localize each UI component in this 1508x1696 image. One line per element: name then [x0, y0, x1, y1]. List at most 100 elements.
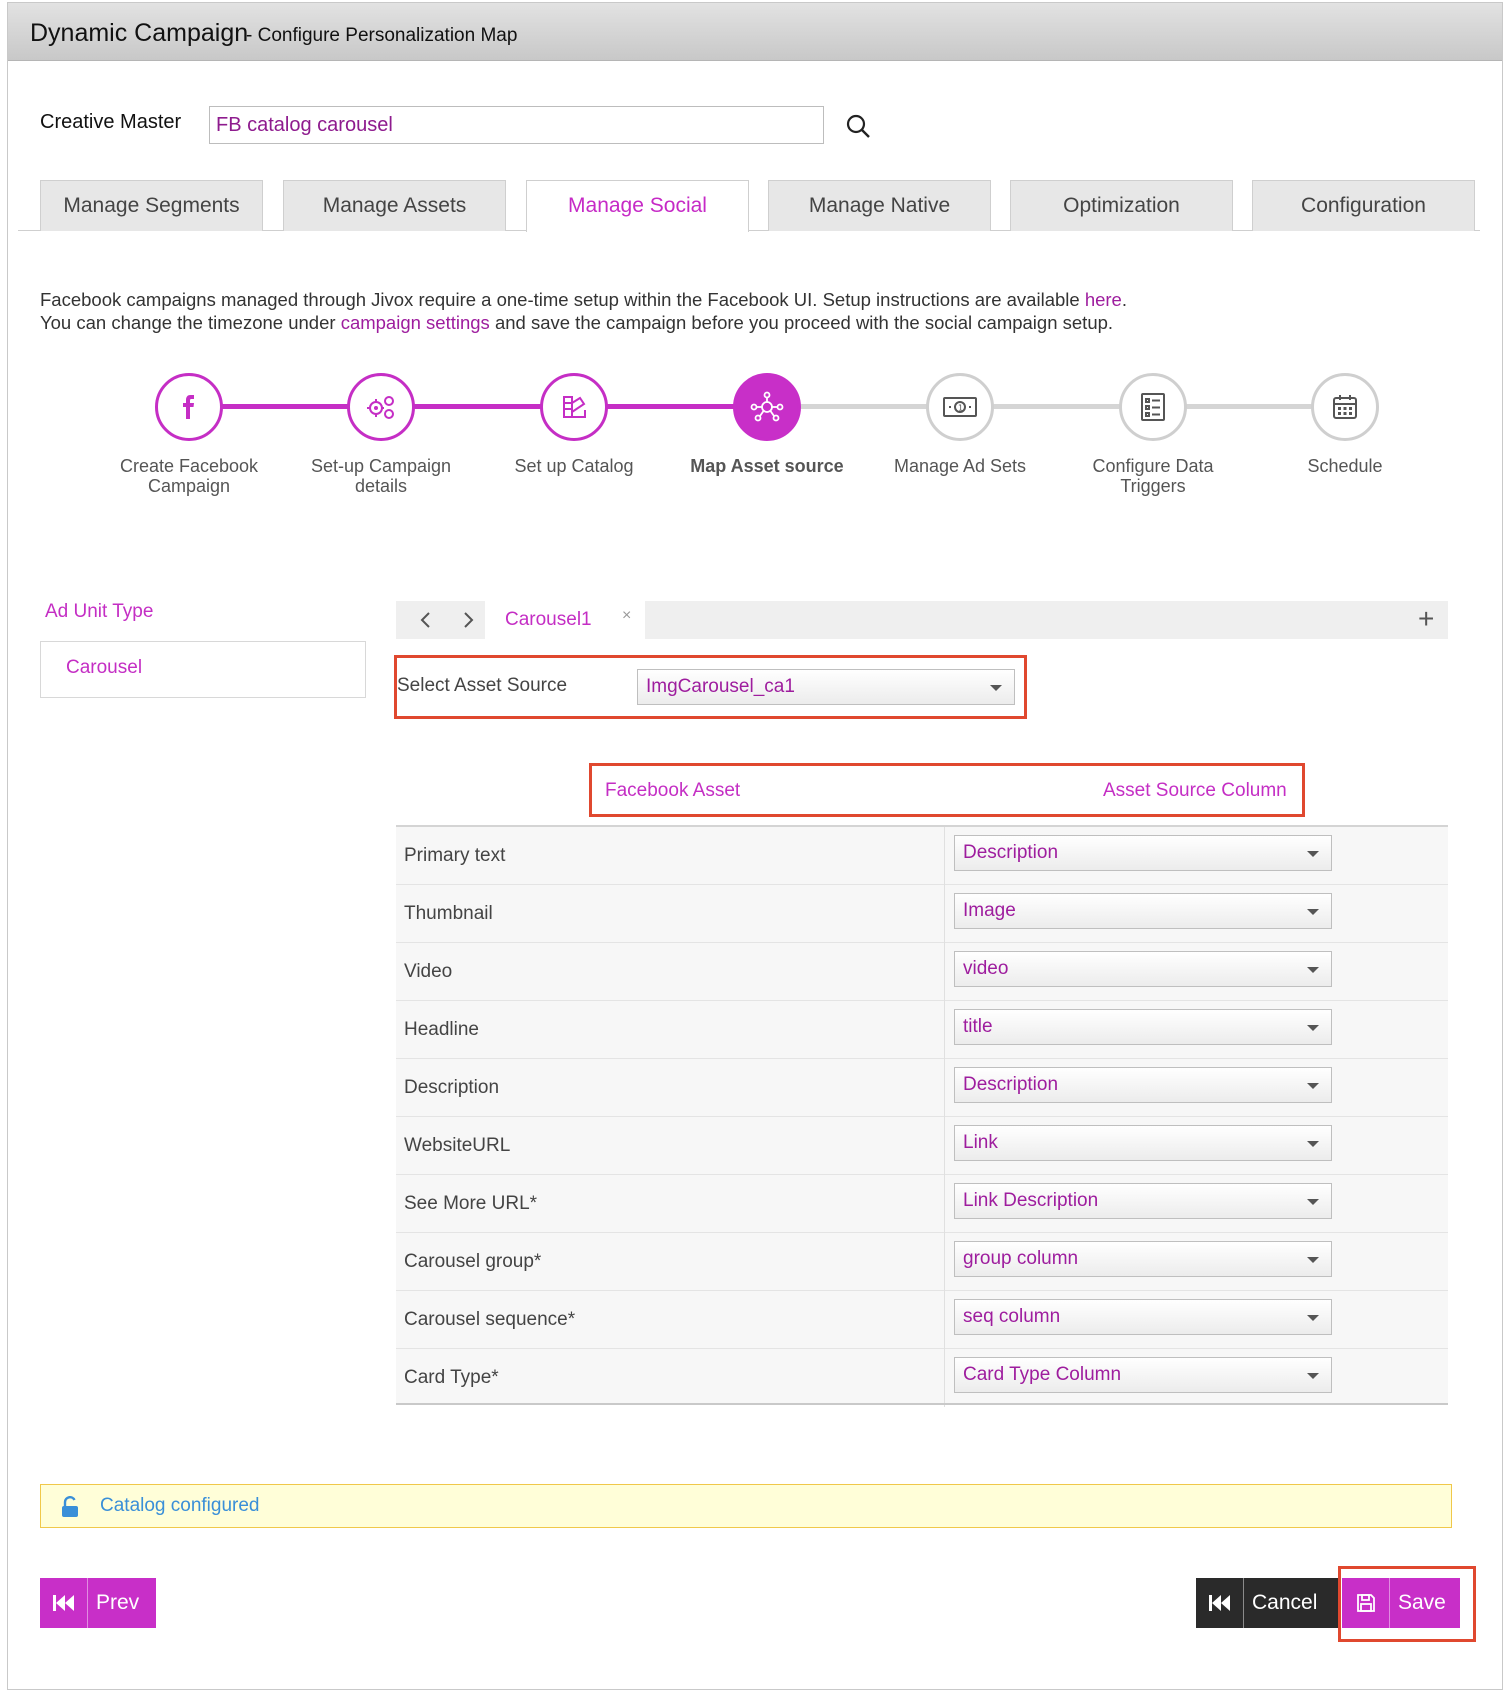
chevron-left-icon[interactable]: [407, 601, 445, 639]
table-row: Card Type* Card Type Column: [396, 1349, 1448, 1407]
calendar-icon: [1333, 395, 1357, 419]
table-row: Headline title: [396, 1001, 1448, 1059]
chevron-down-icon: [1307, 851, 1319, 857]
column-select[interactable]: title: [954, 1009, 1332, 1045]
floppy-disk-icon: [1342, 1578, 1390, 1628]
chevron-down-icon: [1307, 967, 1319, 973]
column-value: Description: [963, 842, 1059, 863]
row-asset-label: See More URL*: [404, 1193, 538, 1214]
chevron-down-icon: [1307, 1083, 1319, 1089]
money-icon: 1: [943, 397, 977, 417]
skip-back-icon: [40, 1578, 88, 1628]
chevron-down-icon: [1307, 1373, 1319, 1379]
step-create-facebook-campaign[interactable]: [155, 373, 223, 441]
column-select[interactable]: Link Description: [954, 1183, 1332, 1219]
network-icon: [750, 391, 784, 422]
step-manage-ad-sets[interactable]: 1: [926, 373, 994, 441]
info-text: Facebook campaigns managed through Jivox…: [40, 289, 1085, 310]
column-value: Link Description: [963, 1190, 1099, 1211]
chevron-down-icon: [1307, 1025, 1319, 1031]
column-value: Description: [963, 1074, 1059, 1095]
table-row: Carousel sequence* seq column: [396, 1291, 1448, 1349]
tab-manage-native[interactable]: Manage Native: [768, 180, 991, 231]
step-label: Map Asset source: [690, 456, 844, 476]
progress-line-done: [222, 404, 798, 409]
save-button[interactable]: Save: [1342, 1578, 1460, 1628]
catalog-icon: [563, 396, 586, 418]
add-tab-button[interactable]: +: [1418, 603, 1434, 635]
search-icon[interactable]: [845, 113, 871, 139]
svg-text:1: 1: [958, 404, 963, 413]
step-label: Manage Ad Sets: [893, 456, 1027, 476]
cancel-button[interactable]: Cancel: [1196, 1578, 1339, 1628]
chevron-down-icon: [1307, 1315, 1319, 1321]
creative-master-label: Creative Master: [40, 111, 182, 133]
ad-unit-item-carousel[interactable]: Carousel: [66, 657, 142, 679]
row-asset-label: Card Type*: [404, 1367, 499, 1388]
step-configure-data-triggers[interactable]: [1119, 373, 1187, 441]
column-select[interactable]: video: [954, 951, 1332, 987]
tab-manage-social[interactable]: Manage Social: [526, 180, 749, 232]
chevron-down-icon: [1307, 1257, 1319, 1263]
row-asset-label: WebsiteURL: [404, 1135, 511, 1156]
prev-button[interactable]: Prev: [40, 1578, 156, 1628]
tab-configuration[interactable]: Configuration: [1252, 180, 1475, 231]
info-text: You can change the timezone under: [40, 312, 341, 333]
here-link[interactable]: here: [1085, 289, 1122, 310]
info-text: and save the campaign before you proceed…: [489, 312, 1114, 333]
tab-optimization[interactable]: Optimization: [1010, 180, 1233, 231]
window-subtitle: - Configure Personalization Map: [246, 25, 518, 46]
step-label: Configure Data Triggers: [1092, 456, 1214, 496]
creative-master-input[interactable]: [209, 106, 824, 144]
column-select[interactable]: Image: [954, 893, 1332, 929]
column-select[interactable]: Description: [954, 835, 1332, 871]
column-select[interactable]: Card Type Column: [954, 1357, 1332, 1393]
column-select[interactable]: seq column: [954, 1299, 1332, 1335]
campaign-settings-link[interactable]: campaign settings: [341, 312, 490, 333]
mapping-table-bottom: [396, 1403, 1448, 1405]
table-row: Primary text Description: [396, 827, 1448, 885]
close-icon[interactable]: ×: [622, 607, 631, 625]
tab-carousel1[interactable]: Carousel1: [485, 601, 645, 639]
row-asset-label: Primary text: [404, 845, 506, 866]
row-asset-label: Description: [404, 1077, 500, 1098]
step-schedule[interactable]: [1311, 373, 1379, 441]
table-row: Thumbnail Image: [396, 885, 1448, 943]
chevron-down-icon: [990, 685, 1002, 691]
save-label: Save: [1398, 1591, 1446, 1614]
step-setup-campaign-details[interactable]: [347, 373, 415, 441]
column-value: video: [963, 958, 1009, 979]
setup-info: Facebook campaigns managed through Jivox…: [40, 288, 1127, 334]
row-asset-label: Carousel sequence*: [404, 1309, 576, 1330]
cancel-label: Cancel: [1252, 1591, 1318, 1614]
row-asset-label: Thumbnail: [404, 903, 493, 924]
step-label: Set-up Campaign details: [310, 456, 452, 496]
chevron-right-icon[interactable]: [449, 601, 487, 639]
column-value: Link: [963, 1132, 998, 1153]
ad-unit-type-label: Ad Unit Type: [45, 601, 154, 622]
status-notice: Catalog configured: [40, 1484, 1452, 1528]
column-value: Image: [963, 900, 1016, 921]
column-value: title: [963, 1016, 993, 1037]
table-row: Video video: [396, 943, 1448, 1001]
column-select[interactable]: Description: [954, 1067, 1332, 1103]
column-select[interactable]: group column: [954, 1241, 1332, 1277]
column-select[interactable]: Link: [954, 1125, 1332, 1161]
step-map-asset-source[interactable]: [733, 373, 801, 441]
unlock-icon: [62, 1496, 78, 1517]
skip-back-icon: [1196, 1578, 1244, 1628]
row-asset-label: Video: [404, 961, 453, 982]
table-row: WebsiteURL Link: [396, 1117, 1448, 1175]
title-bar: Dynamic Campaign - Configure Personaliza…: [8, 3, 1502, 61]
asset-source-value: ImgCarousel_ca1: [646, 676, 795, 697]
step-setup-catalog[interactable]: [540, 373, 608, 441]
table-row: Carousel group* group column: [396, 1233, 1448, 1291]
tab-manage-segments[interactable]: Manage Segments: [40, 180, 263, 231]
asset-source-select[interactable]: ImgCarousel_ca1: [637, 669, 1015, 705]
asset-source-column-header: Asset Source Column: [1103, 780, 1287, 801]
facebook-icon: [183, 395, 194, 419]
column-value: seq column: [963, 1306, 1061, 1327]
step-label: Create Facebook Campaign: [119, 456, 259, 496]
tab-manage-assets[interactable]: Manage Assets: [283, 180, 506, 231]
checklist-icon: [1141, 393, 1165, 421]
